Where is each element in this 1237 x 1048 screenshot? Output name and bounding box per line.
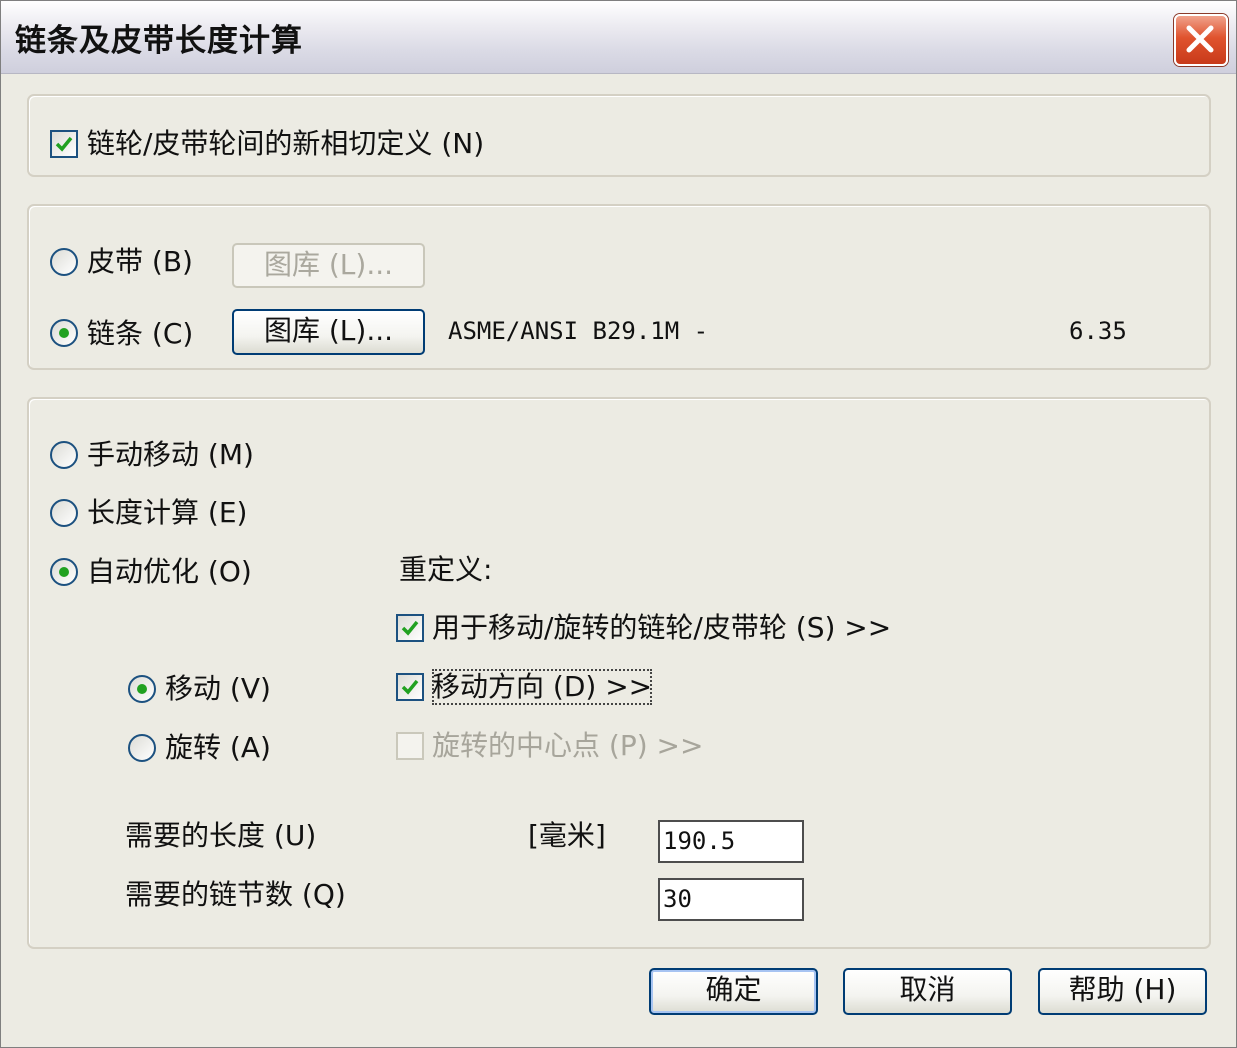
center-label[interactable]: 旋转的中心点 (P) >> [432, 728, 703, 764]
chain-standard-text: ASME/ANSI B29.1M - [448, 317, 709, 345]
manual-move-radio[interactable] [50, 441, 78, 469]
length-calc-radio[interactable] [50, 499, 78, 527]
title-bar[interactable]: 链条及皮带长度计算 [1, 1, 1236, 74]
required-links-label: 需要的链节数 (Q) [125, 878, 346, 911]
required-links-input[interactable]: 30 [658, 878, 804, 921]
redefine-heading: 重定义: [399, 553, 493, 586]
manual-move-label[interactable]: 手动移动 (M) [87, 437, 254, 473]
tangency-label[interactable]: 链轮/皮带轮间的新相切定义 (N) [87, 126, 484, 162]
auto-optimize-radio[interactable] [50, 558, 78, 586]
radio-selected-dot [137, 684, 147, 694]
tangency-checkbox[interactable] [50, 130, 78, 158]
belt-library-button[interactable]: 图库 (L)... [232, 243, 425, 288]
dialog-title: 链条及皮带长度计算 [15, 23, 303, 59]
chain-pitch-text: 6.35 [1069, 317, 1127, 345]
dialog-window: 链条及皮带长度计算 链轮/皮带轮间的新相切定义 (N) 皮带 (B) 图库 (L… [0, 0, 1237, 1048]
direction-checkbox[interactable] [396, 673, 424, 701]
chain-library-button[interactable]: 图库 (L)... [232, 309, 425, 355]
ok-button[interactable]: 确定 [649, 968, 818, 1015]
required-length-label: 需要的长度 (U) [125, 819, 317, 852]
checkmark-icon [401, 679, 419, 695]
belt-label[interactable]: 皮带 (B) [87, 244, 193, 280]
checkmark-icon [55, 136, 73, 152]
chain-label[interactable]: 链条 (C) [87, 316, 193, 352]
center-checkbox[interactable] [396, 732, 424, 760]
close-icon [1186, 25, 1214, 53]
direction-label[interactable]: 移动方向 (D) >> [432, 669, 653, 705]
help-button[interactable]: 帮助 (H) [1038, 968, 1207, 1015]
checkmark-icon [401, 620, 419, 636]
sprockets-label[interactable]: 用于移动/旋转的链轮/皮带轮 (S) >> [432, 610, 891, 646]
move-radio[interactable] [128, 675, 156, 703]
close-button[interactable] [1174, 14, 1228, 66]
length-calc-label[interactable]: 长度计算 (E) [87, 495, 247, 531]
move-label[interactable]: 移动 (V) [165, 671, 271, 707]
auto-optimize-label[interactable]: 自动优化 (O) [87, 554, 252, 590]
sprockets-checkbox[interactable] [396, 614, 424, 642]
cancel-button[interactable]: 取消 [843, 968, 1012, 1015]
chain-radio[interactable] [50, 319, 78, 347]
length-unit-label: [毫米] [528, 819, 606, 852]
rotate-label[interactable]: 旋转 (A) [165, 730, 271, 766]
radio-selected-dot [59, 328, 69, 338]
radio-selected-dot [59, 567, 69, 577]
required-length-input[interactable]: 190.5 [658, 820, 804, 863]
rotate-radio[interactable] [128, 734, 156, 762]
belt-radio[interactable] [50, 248, 78, 276]
